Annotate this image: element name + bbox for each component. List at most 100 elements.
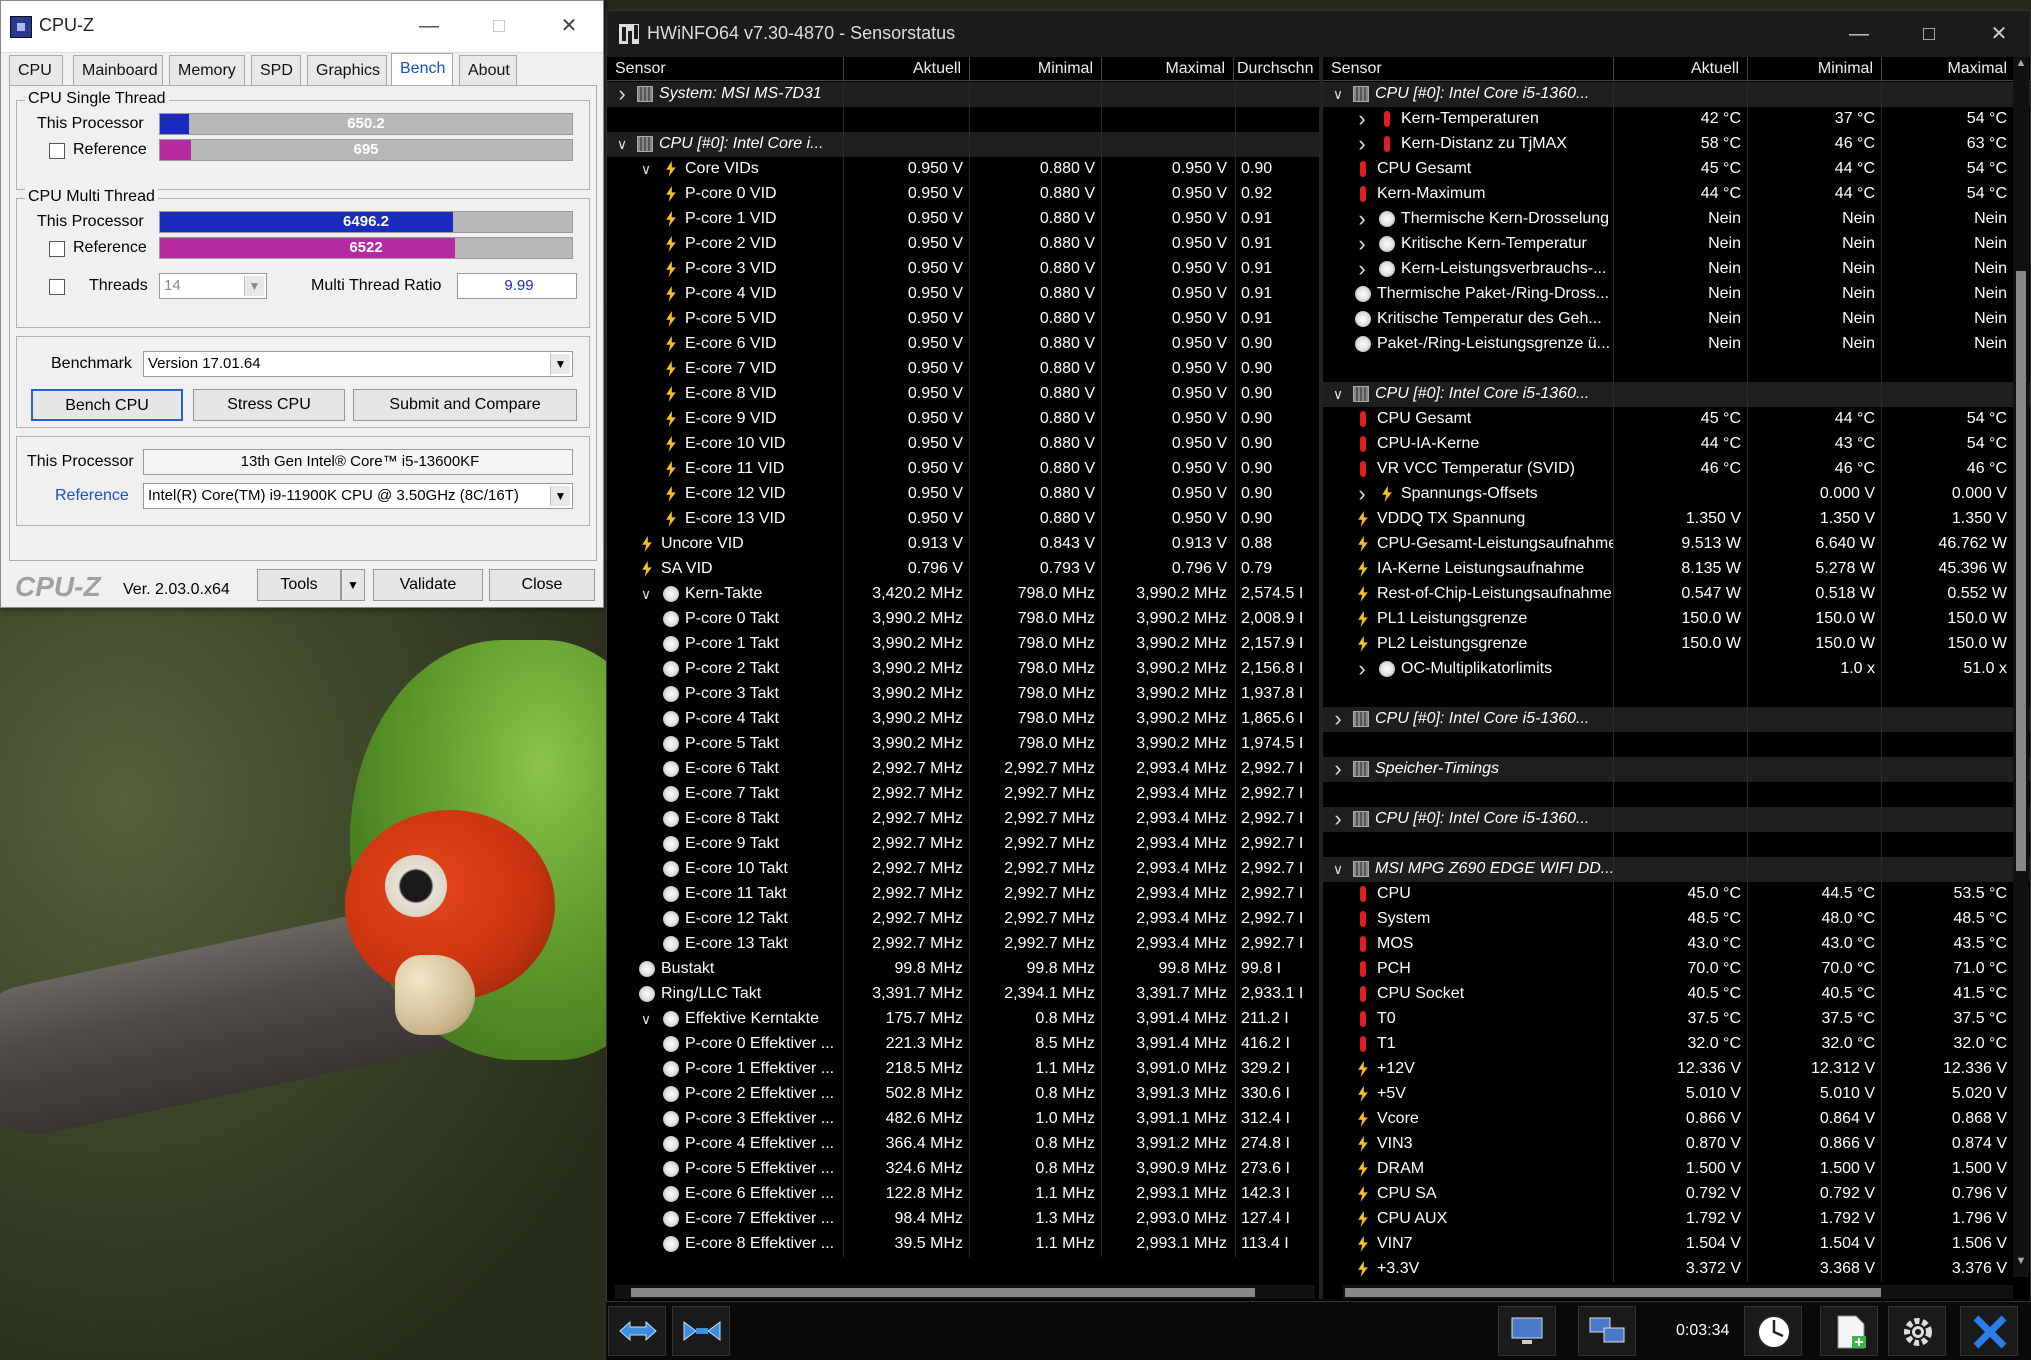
sensor-row[interactable]: MOS 43.0 °C 43.0 °C 43.5 °C — [1323, 932, 2030, 957]
network-monitor-button[interactable] — [1498, 1306, 1556, 1356]
tools-dropdown-icon[interactable]: ▼ — [341, 569, 365, 601]
sensor-row[interactable]: P-core 2 Takt 3,990.2 MHz 798.0 MHz 3,990.2… — [607, 657, 1319, 682]
right-scroll-thumb[interactable] — [1345, 1288, 1881, 1297]
sensor-group-row[interactable]: ∨ CPU [#0]: Intel Core i5-1360... — [1323, 382, 2030, 407]
submit-compare-button[interactable]: Submit and Compare — [353, 389, 577, 421]
chevron-right-icon[interactable]: › — [1331, 707, 1345, 731]
reset-clock-button[interactable] — [1744, 1306, 1802, 1356]
header-sensor[interactable]: Sensor — [615, 57, 835, 81]
tab-cpu[interactable]: CPU — [9, 55, 63, 85]
chevron-right-icon[interactable]: › — [1331, 807, 1345, 831]
sensor-row[interactable]: E-core 9 VID 0.950 V 0.880 V 0.950 V 0.90 — [607, 407, 1319, 432]
sensor-row[interactable]: VR VCC Temperatur (SVID) 46 °C 46 °C 46 °C — [1323, 457, 2030, 482]
sensor-row[interactable]: ∨ Effektive Kerntakte 175.7 MHz 0.8 MHz 3,99… — [607, 1007, 1319, 1032]
sensor-row[interactable]: E-core 9 Takt 2,992.7 MHz 2,992.7 MHz 2,993… — [607, 832, 1319, 857]
chevron-down-icon[interactable]: ∨ — [1331, 857, 1345, 881]
sensor-row[interactable]: E-core 12 Takt 2,992.7 MHz 2,992.7 MHz 2,99… — [607, 907, 1319, 932]
sensor-row[interactable]: E-core 6 Effektiver ... 122.8 MHz 1.1 MHz 2… — [607, 1182, 1319, 1207]
sensor-row[interactable]: Kern-Maximum 44 °C 44 °C 54 °C — [1323, 182, 2030, 207]
logging-button[interactable] — [1820, 1306, 1878, 1356]
tab-graphics[interactable]: Graphics — [307, 55, 387, 85]
sensor-row[interactable]: E-core 10 VID 0.950 V 0.880 V 0.950 V 0.90 — [607, 432, 1319, 457]
sensor-row[interactable]: P-core 3 VID 0.950 V 0.880 V 0.950 V 0.91 — [607, 257, 1319, 282]
sensor-row[interactable]: T1 32.0 °C 32.0 °C 32.0 °C — [1323, 1032, 2030, 1057]
sensor-row[interactable]: P-core 0 Effektiver ... 221.3 MHz 8.5 MHz 3… — [607, 1032, 1319, 1057]
single-reference-checkbox[interactable] — [49, 143, 65, 159]
tab-mainboard[interactable]: Mainboard — [73, 55, 163, 85]
left-horizontal-scrollbar[interactable] — [615, 1285, 1315, 1299]
header-sensor-right[interactable]: Sensor — [1331, 57, 1551, 81]
chevron-down-icon[interactable]: ∨ — [639, 157, 653, 181]
sensor-row[interactable]: PL2 Leistungsgrenze 150.0 W 150.0 W 150.0 W — [1323, 632, 2030, 657]
sensor-row[interactable]: CPU 45.0 °C 44.5 °C 53.5 °C — [1323, 882, 2030, 907]
sensor-row[interactable]: VDDQ TX Spannung 1.350 V 1.350 V 1.350 V — [1323, 507, 2030, 532]
header-avg[interactable]: Durchschn — [1237, 57, 1319, 81]
scroll-up-icon[interactable]: ▲ — [2013, 57, 2029, 77]
sensor-row[interactable]: DRAM 1.500 V 1.500 V 1.500 V — [1323, 1157, 2030, 1182]
sensor-row[interactable]: P-core 3 Takt 3,990.2 MHz 798.0 MHz 3,990.2… — [607, 682, 1319, 707]
sensor-group-row[interactable]: › CPU [#0]: Intel Core i5-1360... — [1323, 807, 2030, 832]
sensor-row[interactable]: VIN7 1.504 V 1.504 V 1.506 V — [1323, 1232, 2030, 1257]
expand-all-button[interactable] — [608, 1306, 666, 1356]
sensor-row[interactable]: PCH 70.0 °C 70.0 °C 71.0 °C — [1323, 957, 2030, 982]
sensor-row[interactable]: CPU Socket 40.5 °C 40.5 °C 41.5 °C — [1323, 982, 2030, 1007]
header-current-right[interactable]: Aktuell — [1615, 57, 1745, 81]
header-current[interactable]: Aktuell — [845, 57, 967, 81]
chevron-down-icon[interactable]: ∨ — [639, 582, 653, 606]
sensor-row[interactable]: E-core 10 Takt 2,992.7 MHz 2,992.7 MHz 2,99… — [607, 857, 1319, 882]
sensor-row[interactable]: › Kern-Distanz zu TjMAX 58 °C 46 °C 63 °C — [1323, 132, 2030, 157]
sensor-row[interactable]: E-core 6 Takt 2,992.7 MHz 2,992.7 MHz 2,993… — [607, 757, 1319, 782]
sensor-row[interactable]: P-core 4 Takt 3,990.2 MHz 798.0 MHz 3,990.2… — [607, 707, 1319, 732]
close-icon[interactable]: ✕ — [1979, 17, 2019, 51]
maximize-icon[interactable]: □ — [1909, 17, 1949, 51]
sensor-row[interactable]: IA-Kerne Leistungsaufnahme 8.135 W 5.278 W… — [1323, 557, 2030, 582]
right-vscroll-thumb[interactable] — [2016, 271, 2026, 871]
chevron-down-icon[interactable]: ∨ — [1331, 382, 1345, 406]
sensor-group-row[interactable]: › CPU [#0]: Intel Core i5-1360... — [1323, 707, 2030, 732]
maximize-icon[interactable]: □ — [479, 9, 519, 43]
chevron-right-icon[interactable]: › — [1355, 132, 1369, 156]
sensor-group-row[interactable]: ∨ CPU [#0]: Intel Core i... — [607, 132, 1319, 157]
sensor-row[interactable]: Ring/LLC Takt 3,391.7 MHz 2,394.1 MHz 3,391… — [607, 982, 1319, 1007]
tab-spd[interactable]: SPD — [251, 55, 301, 85]
sensor-row[interactable]: › Kritische Kern-Temperatur Nein Nein Nein — [1323, 232, 2030, 257]
sensor-group-row[interactable]: ∨ MSI MPG Z690 EDGE WIFI DD... — [1323, 857, 2030, 882]
benchmark-version-select[interactable]: Version 17.01.64 ▼ — [143, 351, 573, 377]
sensor-row[interactable]: Uncore VID 0.913 V 0.843 V 0.913 V 0.88 — [607, 532, 1319, 557]
chevron-right-icon[interactable]: › — [1355, 107, 1369, 131]
sensor-row[interactable]: P-core 1 VID 0.950 V 0.880 V 0.950 V 0.91 — [607, 207, 1319, 232]
chevron-down-icon[interactable]: ∨ — [639, 1007, 653, 1031]
sensor-row[interactable]: E-core 12 VID 0.950 V 0.880 V 0.950 V 0.90 — [607, 482, 1319, 507]
exit-button[interactable] — [1960, 1306, 2018, 1356]
sensor-row[interactable]: Rest-of-Chip-Leistungsaufnahme 0.547 W 0.5… — [1323, 582, 2030, 607]
sensor-group-row[interactable]: › Speicher-Timings — [1323, 757, 2030, 782]
chevron-right-icon[interactable]: › — [1355, 657, 1369, 681]
sensor-row[interactable]: E-core 13 Takt 2,992.7 MHz 2,992.7 MHz 2,99… — [607, 932, 1319, 957]
sensor-row[interactable]: › Thermische Kern-Drosselung Nein Nein Nein — [1323, 207, 2030, 232]
sensor-row[interactable]: Bustakt 99.8 MHz 99.8 MHz 99.8 MHz 99.8 I — [607, 957, 1319, 982]
threads-checkbox[interactable] — [49, 279, 65, 295]
validate-button[interactable]: Validate — [373, 569, 483, 601]
sensor-row[interactable]: › Kern-Leistungsverbrauchs-... Nein Nein Nei… — [1323, 257, 2030, 282]
chevron-right-icon[interactable]: › — [1355, 482, 1369, 506]
sensor-row[interactable]: Thermische Paket-/Ring-Dross... Nein Nein N… — [1323, 282, 2030, 307]
sensor-row[interactable]: › Spannungs-Offsets 0.000 V 0.000 V — [1323, 482, 2030, 507]
sensor-row[interactable]: SA VID 0.796 V 0.793 V 0.796 V 0.79 — [607, 557, 1319, 582]
network-button[interactable] — [1578, 1306, 1636, 1356]
sensor-row[interactable]: P-core 5 Takt 3,990.2 MHz 798.0 MHz 3,990.2… — [607, 732, 1319, 757]
hwinfo-titlebar[interactable]: HWiNFO64 v7.30-4870 - Sensorstatus — □ ✕ — [607, 11, 2030, 57]
sensor-row[interactable]: ∨ Core VIDs 0.950 V 0.880 V 0.950 V 0.90 — [607, 157, 1319, 182]
sensor-row[interactable]: E-core 6 VID 0.950 V 0.880 V 0.950 V 0.90 — [607, 332, 1319, 357]
collapse-all-button[interactable] — [672, 1306, 730, 1356]
left-scroll-thumb[interactable] — [631, 1288, 1255, 1297]
sensor-row[interactable]: +3.3V 3.372 V 3.368 V 3.376 V — [1323, 1257, 2030, 1282]
sensor-group-row[interactable]: ∨ CPU [#0]: Intel Core i5-1360... — [1323, 82, 2030, 107]
tools-button[interactable]: Tools — [257, 569, 341, 601]
bench-cpu-button[interactable]: Bench CPU — [31, 389, 183, 421]
header-min-right[interactable]: Minimal — [1749, 57, 1879, 81]
sensor-row[interactable]: E-core 7 VID 0.950 V 0.880 V 0.950 V 0.90 — [607, 357, 1319, 382]
chevron-down-icon[interactable]: ∨ — [1331, 82, 1345, 106]
sensor-row[interactable]: E-core 8 VID 0.950 V 0.880 V 0.950 V 0.90 — [607, 382, 1319, 407]
sensor-row[interactable]: CPU-IA-Kerne 44 °C 43 °C 54 °C — [1323, 432, 2030, 457]
sensor-row[interactable]: P-core 3 Effektiver ... 482.6 MHz 1.0 MHz 3… — [607, 1107, 1319, 1132]
